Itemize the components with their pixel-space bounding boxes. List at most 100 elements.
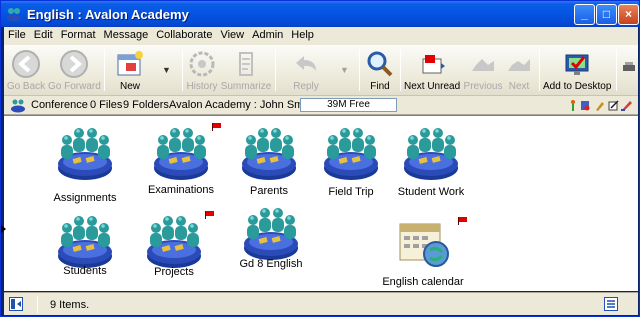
new-button[interactable]: New [110,47,150,92]
previous-button[interactable]: Previous [462,47,504,92]
app-window: English : Avalon Academy _ □ × File Edit F… [0,0,640,317]
magnifier-icon [367,51,393,77]
reply-label: Reply [293,81,319,92]
menu-collaborate[interactable]: Collaborate [152,27,216,41]
history-label: History [186,81,218,92]
menu-help[interactable]: Help [287,27,318,41]
item-label: English calendar [382,276,464,288]
free-space-indicator: 39M Free [300,98,397,112]
conference-icon [242,202,300,265]
folder-count: 9 Folders [123,99,169,111]
calendar-icon [394,216,452,275]
summarize-button[interactable]: Summarize [220,47,272,92]
history-icon [189,51,215,77]
toolbar-separator [275,49,276,91]
title-bar[interactable]: English : Avalon Academy _ □ × [1,1,639,27]
next-unread-button[interactable]: Next Unread [404,47,460,92]
menu-file[interactable]: File [4,27,30,41]
conference-icon [152,122,210,185]
conference-content-area: Assignments Examinations Parents Field Trip… [4,115,638,291]
item-student-work[interactable]: Student Work [398,122,464,200]
toolbar-separator [539,49,540,91]
item-count: 9 Items. [50,299,90,311]
back-arrow-icon [12,50,40,78]
next-button[interactable]: Next [504,47,534,92]
add-to-desktop-label: Add to Desktop [543,81,612,92]
conference-icon [402,122,460,185]
pane-collapse-arrow[interactable] [1,225,6,233]
next-unread-label: Next Unread [404,81,461,92]
toolbar: Go Back Go Forward New ▼ History Summari… [4,45,638,96]
location-name: Conference [31,99,88,111]
go-forward-button[interactable]: Go Forward [48,47,101,92]
item-projects[interactable]: Projects [145,210,214,280]
toolbar-separator [616,49,617,91]
maximize-button[interactable]: □ [596,4,617,25]
conference-icon [145,210,203,273]
find-button[interactable]: Find [362,47,398,92]
conference-icon [322,122,380,185]
close-button[interactable]: × [618,4,639,25]
item-examinations[interactable]: Examinations [148,122,221,198]
menu-admin[interactable]: Admin [248,27,287,41]
conference-icon [56,122,114,185]
item-students[interactable]: Students [56,210,114,279]
history-button[interactable]: History [186,47,218,92]
item-label: Projects [154,266,194,278]
reply-icon [296,56,316,71]
menu-view[interactable]: View [216,27,248,41]
window-title: English : Avalon Academy [27,7,189,22]
minimize-button[interactable]: _ [574,4,595,25]
conference-context: Avalon Academy : John Smith [169,99,315,111]
unread-flag-icon [458,216,467,225]
conference-icon [240,122,298,185]
item-gd-8-english[interactable]: Gd 8 English [240,202,302,272]
menu-message[interactable]: Message [100,27,153,41]
go-back-button[interactable]: Go Back [6,47,46,92]
next-unread-icon [422,55,445,74]
item-label: Examinations [147,184,215,196]
toggle-pane-icon[interactable] [9,297,23,311]
add-to-desktop-button[interactable]: Add to Desktop [543,47,611,92]
item-label: Student Work [397,186,465,198]
conference-icon [11,99,25,113]
new-message-icon [117,51,143,76]
file-count: 0 Files [90,99,123,111]
add-to-desktop-icon [565,54,589,75]
go-forward-label: Go Forward [48,81,101,92]
new-dropdown-arrow[interactable]: ▼ [162,65,171,75]
previous-icon [472,59,494,71]
toolbar-separator [359,49,360,91]
go-back-label: Go Back [6,81,46,92]
item-label: Students [63,265,107,277]
toolbar-overflow-icon[interactable] [622,59,636,73]
item-field-trip[interactable]: Field Trip [322,122,380,200]
location-bar: Conference 0 Files 9 Folders Avalon Acad… [4,96,638,115]
reply-button[interactable]: Reply [284,47,328,92]
item-label: Assignments [53,192,117,204]
view-options-icons[interactable] [569,99,635,112]
unread-flag-icon [205,210,214,219]
next-icon [508,59,530,71]
next-label: Next [508,81,530,92]
unread-flag-icon [212,122,221,131]
previous-label: Previous [463,81,503,92]
view-toggle-icon[interactable] [604,297,618,311]
forward-arrow-icon [60,50,88,78]
toolbar-separator [400,49,401,91]
item-assignments[interactable]: Assignments [54,122,116,206]
menu-edit[interactable]: Edit [30,27,57,41]
toolbar-separator [182,49,183,91]
item-label: Gd 8 English [239,258,303,270]
menu-format[interactable]: Format [57,27,100,41]
menu-bar: File Edit Format Message Collaborate View Admi… [4,27,638,45]
reply-dropdown-arrow[interactable]: ▼ [340,65,349,75]
status-bar: 9 Items. [4,292,638,315]
summarize-label: Summarize [220,81,272,92]
app-icon [7,8,21,22]
item-parents[interactable]: Parents [240,122,298,199]
summarize-icon [239,52,253,76]
item-english-calendar[interactable]: English calendar [382,216,467,290]
new-label: New [119,81,140,92]
find-label: Find [370,81,390,92]
